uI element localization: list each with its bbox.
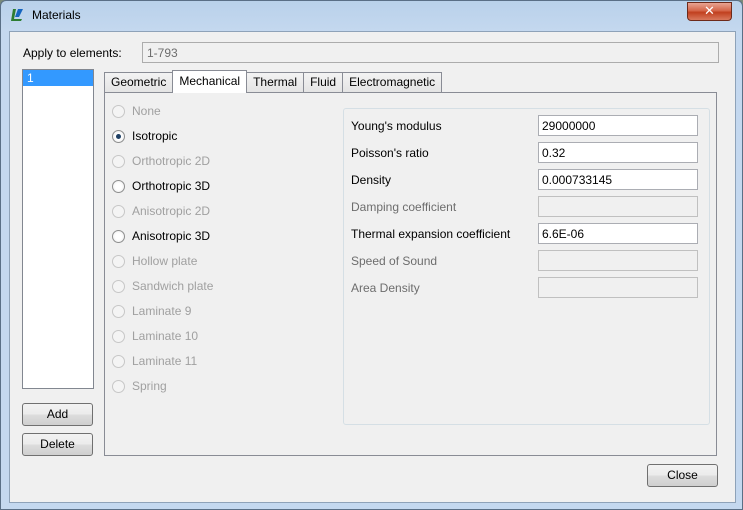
damping-coefficient-field[interactable] xyxy=(538,196,698,217)
radio-indicator xyxy=(112,180,125,193)
radio-label: Orthotropic 3D xyxy=(132,179,211,193)
radio-indicator xyxy=(112,280,125,293)
radio-sandwich-plate[interactable]: Sandwich plate xyxy=(112,278,213,303)
tab-thermal[interactable]: Thermal xyxy=(246,72,305,93)
radio-indicator xyxy=(112,305,125,318)
property-label: Poisson's ratio xyxy=(351,146,429,160)
property-row-density: Density 0.000733145 xyxy=(344,169,709,191)
radio-indicator xyxy=(112,155,125,168)
radio-indicator xyxy=(112,205,125,218)
radio-label: Anisotropic 2D xyxy=(132,204,211,218)
radio-laminate-11[interactable]: Laminate 11 xyxy=(112,353,213,378)
property-label: Area Density xyxy=(351,281,420,295)
material-type-group: None Isotropic Orthotropic 2D Orthotropi… xyxy=(112,103,213,403)
tab-fluid[interactable]: Fluid xyxy=(303,72,344,93)
radio-indicator xyxy=(112,255,125,268)
property-row-speed-of-sound: Speed of Sound xyxy=(344,250,709,272)
tab-electromagnetic[interactable]: Electromagnetic xyxy=(342,72,443,93)
materials-list[interactable]: 1 xyxy=(22,69,94,389)
thermal-expansion-field[interactable]: 6.6E-06 xyxy=(538,223,698,244)
radio-laminate-9[interactable]: Laminate 9 xyxy=(112,303,213,328)
radio-indicator xyxy=(112,330,125,343)
radio-anisotropic-2d[interactable]: Anisotropic 2D xyxy=(112,203,213,228)
window-close-button[interactable]: ✕ xyxy=(687,2,732,21)
close-button[interactable]: Close xyxy=(647,464,718,487)
radio-label: Laminate 9 xyxy=(132,304,192,318)
list-item[interactable]: 1 xyxy=(23,70,93,86)
radio-label: Laminate 10 xyxy=(132,329,199,343)
radio-label: Orthotropic 2D xyxy=(132,154,211,168)
radio-indicator xyxy=(112,230,125,243)
properties-box: Young's modulus 29000000 Poisson's ratio… xyxy=(343,108,710,425)
radio-orthotropic-2d[interactable]: Orthotropic 2D xyxy=(112,153,213,178)
density-field[interactable]: 0.000733145 xyxy=(538,169,698,190)
radio-label: Spring xyxy=(132,379,167,393)
radio-anisotropic-3d[interactable]: Anisotropic 3D xyxy=(112,228,213,253)
radio-orthotropic-3d[interactable]: Orthotropic 3D xyxy=(112,178,213,203)
property-row-thermal-expansion: Thermal expansion coefficient 6.6E-06 xyxy=(344,223,709,245)
title-bar[interactable]: Materials ✕ xyxy=(1,1,742,31)
property-label: Young's modulus xyxy=(351,119,442,133)
app-logo-icon xyxy=(11,9,23,21)
poissons-ratio-field[interactable]: 0.32 xyxy=(538,142,698,163)
radio-indicator xyxy=(112,355,125,368)
tab-strip: Geometric Mechanical Thermal Fluid Elect… xyxy=(104,70,443,93)
materials-dialog: Materials ✕ Apply to elements: 1-793 1 A… xyxy=(0,0,743,510)
radio-isotropic[interactable]: Isotropic xyxy=(112,128,213,153)
radio-label: Hollow plate xyxy=(132,254,198,268)
property-label: Damping coefficient xyxy=(351,200,457,214)
radio-spring[interactable]: Spring xyxy=(112,378,213,403)
radio-label: Anisotropic 3D xyxy=(132,229,211,243)
property-row-youngs-modulus: Young's modulus 29000000 xyxy=(344,115,709,137)
property-row-damping-coefficient: Damping coefficient xyxy=(344,196,709,218)
add-button[interactable]: Add xyxy=(22,403,93,426)
property-label: Thermal expansion coefficient xyxy=(351,227,511,241)
radio-label: Laminate 11 xyxy=(132,354,198,368)
dialog-body: Apply to elements: 1-793 1 Add Delete Ge… xyxy=(9,31,736,503)
radio-label: None xyxy=(132,104,161,118)
apply-to-elements-label: Apply to elements: xyxy=(23,46,122,60)
property-row-area-density: Area Density xyxy=(344,277,709,299)
property-row-poissons-ratio: Poisson's ratio 0.32 xyxy=(344,142,709,164)
area-density-field[interactable] xyxy=(538,277,698,298)
youngs-modulus-field[interactable]: 29000000 xyxy=(538,115,698,136)
tab-geometric[interactable]: Geometric xyxy=(104,72,174,93)
property-label: Density xyxy=(351,173,392,187)
radio-indicator xyxy=(112,130,125,143)
radio-none[interactable]: None xyxy=(112,103,213,128)
radio-hollow-plate[interactable]: Hollow plate xyxy=(112,253,213,278)
window-title: Materials xyxy=(32,8,81,22)
delete-button[interactable]: Delete xyxy=(22,433,93,456)
radio-label: Isotropic xyxy=(132,129,178,143)
apply-to-elements-field[interactable]: 1-793 xyxy=(142,42,719,63)
radio-laminate-10[interactable]: Laminate 10 xyxy=(112,328,213,353)
radio-indicator xyxy=(112,380,125,393)
speed-of-sound-field[interactable] xyxy=(538,250,698,271)
tab-mechanical[interactable]: Mechanical xyxy=(172,70,248,93)
mechanical-panel: None Isotropic Orthotropic 2D Orthotropi… xyxy=(104,92,717,456)
radio-label: Sandwich plate xyxy=(132,279,214,293)
property-label: Speed of Sound xyxy=(351,254,438,268)
radio-indicator xyxy=(112,105,125,118)
